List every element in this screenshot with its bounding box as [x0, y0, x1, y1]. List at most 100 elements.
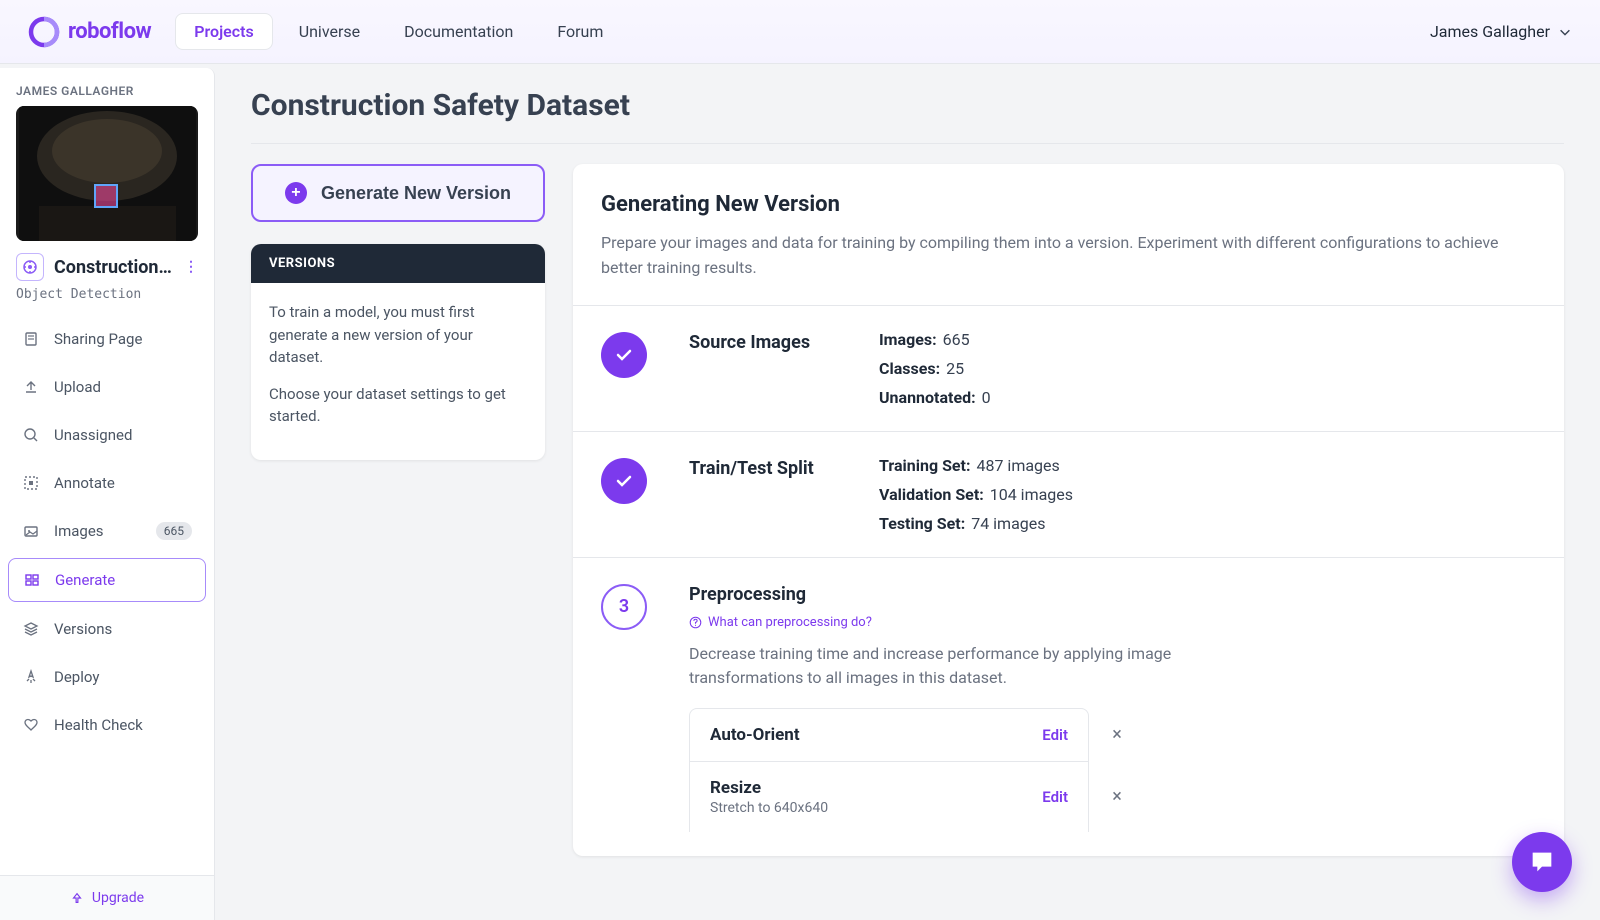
topbar: roboflow Projects Universe Documentation…: [0, 0, 1600, 64]
sidebar-item-generate[interactable]: Generate: [8, 558, 206, 602]
topnav: Projects Universe Documentation Forum: [175, 13, 1430, 50]
check-icon: [601, 332, 647, 378]
step-train-test-split[interactable]: Train/Test Split Training Set: 487 images…: [573, 431, 1564, 557]
versions-hint-2: Choose your dataset settings to get star…: [269, 383, 527, 428]
check-icon: [601, 458, 647, 504]
annotate-icon: [22, 474, 40, 492]
user-menu[interactable]: James Gallagher: [1430, 22, 1572, 41]
stat-val: 104 images: [990, 485, 1073, 504]
divider: [251, 143, 1564, 144]
sidebar-item-deploy[interactable]: Deploy: [8, 656, 206, 698]
step-preprocessing: 3 Preprocessing What can preprocessing d…: [573, 557, 1564, 856]
remove-button[interactable]: ×: [1105, 708, 1129, 761]
sidebar-item-label: Upload: [54, 378, 101, 396]
sidebar-item-versions[interactable]: Versions: [8, 608, 206, 650]
plus-circle-icon: +: [285, 182, 307, 204]
stat-val: 0: [982, 388, 991, 407]
page-icon: [22, 330, 40, 348]
logo-icon: [28, 16, 60, 48]
main-content: Construction Safety Dataset + Generate N…: [215, 64, 1600, 920]
upload-icon: [22, 378, 40, 396]
hint-text: What can preprocessing do?: [708, 615, 872, 630]
upgrade-label: Upgrade: [92, 890, 144, 906]
nav-projects[interactable]: Projects: [175, 13, 273, 50]
project-type-icon: [16, 253, 44, 281]
sidebar-item-label: Sharing Page: [54, 330, 142, 348]
generate-new-version-button[interactable]: + Generate New Version: [251, 164, 545, 222]
step-label: Train/Test Split: [689, 456, 859, 479]
stat-val: 25: [946, 359, 964, 378]
sidebar: JAMES GALLAGHER Construction S... ⋮ Obje…: [0, 68, 215, 920]
generating-panel: Generating New Version Prepare your imag…: [573, 164, 1564, 856]
heart-icon: [22, 716, 40, 734]
sidebar-item-unassigned[interactable]: Unassigned: [8, 414, 206, 456]
sidebar-item-annotate[interactable]: Annotate: [8, 462, 206, 504]
stat-key: Training Set:: [879, 456, 970, 475]
preprocessing-hint-link[interactable]: What can preprocessing do?: [689, 615, 1536, 630]
nav-universe[interactable]: Universe: [281, 14, 378, 49]
workspace-owner: JAMES GALLAGHER: [0, 68, 214, 106]
chevron-down-icon: [1558, 25, 1572, 39]
stat-key: Testing Set:: [879, 514, 965, 533]
versions-hint-1: To train a model, you must first generat…: [269, 301, 527, 369]
panel-title: Generating New Version: [601, 192, 1536, 217]
project-thumbnail[interactable]: [16, 106, 198, 241]
search-icon: [22, 426, 40, 444]
sidebar-item-label: Deploy: [54, 668, 99, 686]
upgrade-button[interactable]: Upgrade: [0, 875, 214, 920]
logo[interactable]: roboflow: [28, 16, 151, 48]
prep-card-auto-orient: Auto-Orient Edit: [689, 708, 1089, 761]
sidebar-item-sharing[interactable]: Sharing Page: [8, 318, 206, 360]
sidebar-item-label: Annotate: [54, 474, 115, 492]
upgrade-icon: [70, 891, 84, 905]
step-description: Decrease training time and increase perf…: [689, 642, 1249, 690]
sidebar-item-images[interactable]: Images 665: [8, 510, 206, 552]
nav-documentation[interactable]: Documentation: [386, 14, 531, 49]
versions-panel: VERSIONS To train a model, you must firs…: [251, 244, 545, 460]
remove-button[interactable]: ×: [1105, 761, 1129, 832]
sidebar-item-label: Generate: [55, 571, 115, 589]
sidebar-item-label: Versions: [54, 620, 112, 638]
deploy-icon: [22, 668, 40, 686]
prep-name: Resize: [710, 778, 828, 798]
stat-key: Images:: [879, 330, 937, 349]
user-name: James Gallagher: [1430, 22, 1550, 41]
step-source-images[interactable]: Source Images Images: 665 Classes: 25 Unan…: [573, 305, 1564, 431]
generate-icon: [23, 571, 41, 589]
panel-desc: Prepare your images and data for trainin…: [601, 231, 1536, 281]
sidebar-item-upload[interactable]: Upload: [8, 366, 206, 408]
chat-icon: [1528, 848, 1556, 876]
step-label: Source Images: [689, 330, 859, 353]
stat-key: Validation Set:: [879, 485, 984, 504]
versions-header: VERSIONS: [251, 244, 545, 283]
step-label: Preprocessing: [689, 582, 1536, 605]
images-icon: [22, 522, 40, 540]
sidebar-item-label: Health Check: [54, 716, 143, 734]
stat-val: 665: [943, 330, 970, 349]
edit-button[interactable]: Edit: [1042, 726, 1068, 744]
prep-subtitle: Stretch to 640x640: [710, 800, 828, 816]
stat-key: Unannotated:: [879, 388, 976, 407]
prep-name: Auto-Orient: [710, 725, 800, 745]
sidebar-item-label: Images: [54, 522, 104, 540]
generate-btn-label: Generate New Version: [321, 183, 511, 204]
step-number-badge: 3: [601, 584, 647, 630]
sidebar-item-health[interactable]: Health Check: [8, 704, 206, 746]
brand-text: roboflow: [68, 19, 151, 44]
chat-fab[interactable]: [1512, 832, 1572, 892]
nav-forum[interactable]: Forum: [539, 14, 621, 49]
project-title-row: Construction S... ⋮: [0, 253, 214, 285]
page-title: Construction Safety Dataset: [251, 88, 1564, 123]
stat-val: 487 images: [976, 456, 1059, 475]
layers-icon: [22, 620, 40, 638]
sidebar-item-label: Unassigned: [54, 426, 132, 444]
help-icon: [689, 616, 702, 629]
images-count-badge: 665: [156, 522, 192, 540]
project-type-label: Object Detection: [0, 285, 214, 318]
stat-key: Classes:: [879, 359, 940, 378]
project-name: Construction S...: [54, 257, 174, 278]
edit-button[interactable]: Edit: [1042, 788, 1068, 806]
prep-card-resize: Resize Stretch to 640x640 Edit: [689, 761, 1089, 832]
stat-val: 74 images: [971, 514, 1045, 533]
project-menu-icon[interactable]: ⋮: [184, 259, 198, 275]
